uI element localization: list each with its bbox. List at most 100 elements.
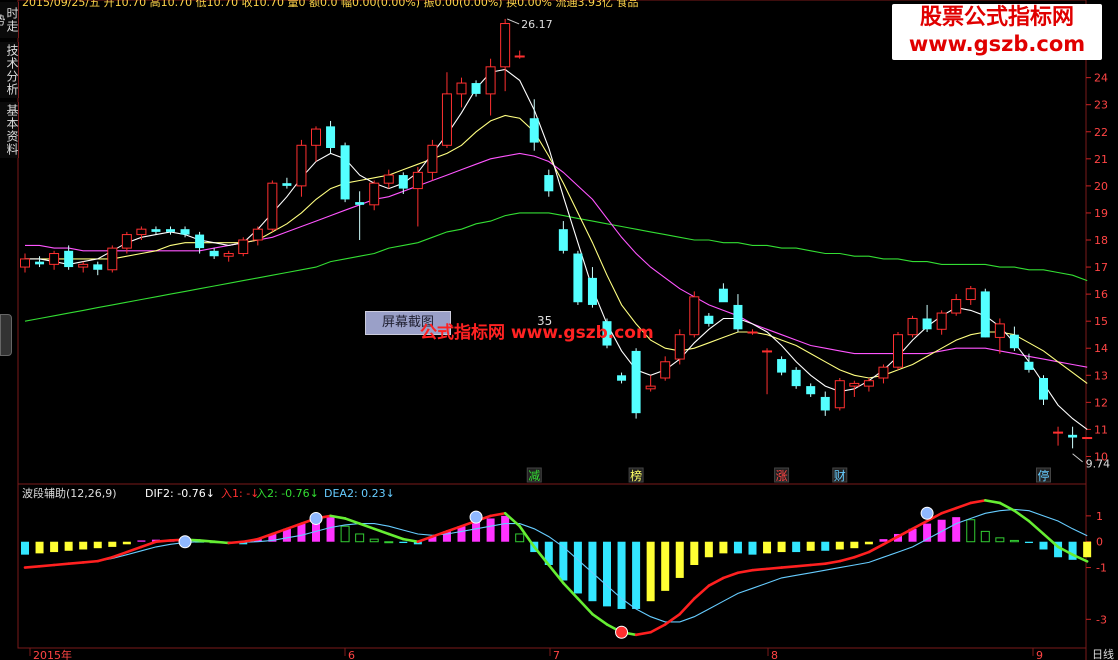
period-label: 日线 — [1092, 647, 1114, 660]
dif-segment — [867, 543, 885, 554]
candle-body-down — [1024, 361, 1034, 370]
osc-bar — [952, 517, 961, 542]
price-tick-label: 21 — [1094, 153, 1108, 166]
dif-segment — [343, 517, 361, 525]
dif-segment — [67, 561, 85, 566]
dif-segment — [780, 564, 798, 569]
candle-body-up — [674, 334, 685, 360]
candle-body-up — [893, 334, 903, 368]
signal-jian: 减 — [526, 467, 542, 483]
site-watermark: 股票公式指标网 www.gszb.com — [892, 4, 1102, 60]
candle-body-up — [238, 239, 249, 255]
candle-body-down — [282, 183, 292, 186]
candle-body-down — [195, 234, 205, 249]
time-tick-label: 2015年 — [33, 648, 72, 660]
dif-segment — [38, 563, 56, 568]
candle-body-up — [369, 182, 380, 206]
dif-segment — [358, 522, 376, 531]
osc-bar — [137, 540, 146, 542]
dif-segment — [692, 584, 711, 600]
candle-body-up — [689, 296, 700, 336]
osc-bar — [603, 541, 611, 607]
candle-body-up — [485, 66, 496, 95]
candle-body-down — [529, 118, 539, 143]
candle-body-down — [617, 375, 627, 381]
price-tick-label: 12 — [1094, 396, 1108, 409]
signal-ting: 停 — [1036, 467, 1051, 483]
signal-text: 停 — [1037, 468, 1049, 483]
osc-bar — [980, 530, 990, 543]
dif-segment — [212, 540, 230, 545]
osc-bar — [515, 533, 525, 543]
dif-segment — [736, 568, 754, 575]
osc-bar — [1039, 541, 1048, 550]
candle-body-down — [718, 288, 728, 303]
candle-body-up — [994, 323, 1005, 338]
candle-body-down — [980, 291, 990, 338]
osc-bar — [588, 541, 597, 602]
candle-body-up — [267, 182, 278, 230]
tab-time-trend[interactable]: 时走势 — [0, 2, 19, 38]
osc-bar — [763, 541, 772, 554]
dif-segment — [518, 524, 536, 549]
osc-dif: DIF2: -0.76↓ — [145, 487, 215, 500]
candle-body-up — [136, 228, 147, 236]
candle-body-up — [863, 380, 874, 387]
dif-segment — [140, 540, 158, 549]
signal-zhang: 涨 — [774, 467, 790, 483]
cross-signal-ball — [469, 510, 483, 524]
dif-segment — [678, 597, 696, 616]
osc-bar — [64, 541, 73, 551]
candle-body-up — [223, 253, 234, 257]
dif-segment — [634, 630, 652, 637]
osc-bar — [50, 541, 59, 553]
candle-body-up — [951, 299, 962, 314]
osc-bar — [879, 539, 888, 542]
candle-body-up — [121, 234, 132, 249]
candle-body-up — [456, 82, 467, 95]
panel-collapse-handle[interactable] — [0, 314, 12, 356]
candle-body-down — [398, 175, 408, 189]
osc-bar — [661, 541, 670, 591]
candle-body-down — [355, 202, 365, 205]
price-tick-label: 18 — [1094, 234, 1108, 247]
osc-dea: DEA2: 0.23↓ — [324, 487, 395, 500]
osc-bar — [806, 541, 815, 551]
dif-segment — [52, 562, 70, 567]
candle-body-down — [791, 369, 801, 387]
candle-body-up — [311, 128, 321, 146]
signal-text: 减 — [528, 469, 540, 483]
candle-body-down — [1039, 378, 1048, 400]
price-tick-label: 14 — [1094, 342, 1108, 355]
price-tick-label: 13 — [1094, 369, 1108, 382]
candle-body-up — [107, 247, 118, 271]
dif-segment — [227, 540, 245, 545]
tab-technical-analysis[interactable]: 技术分析 — [0, 42, 19, 98]
candle-body-up — [645, 385, 656, 390]
osc-bar — [501, 515, 510, 542]
cross-signal-ball — [309, 511, 323, 525]
candle-body-up — [660, 361, 671, 379]
candle-body-down — [64, 250, 74, 268]
osc-bar — [1024, 541, 1033, 544]
osc-bar — [369, 538, 379, 543]
price-tick-label: 19 — [1094, 207, 1108, 220]
dif-segment — [1027, 519, 1045, 536]
dif-segment — [809, 562, 827, 567]
tab-fundamentals[interactable]: 基本资料 — [0, 102, 19, 158]
ma5-line — [25, 68, 1088, 430]
candle-body-up — [965, 288, 976, 301]
osc-tick-label: 0 — [1096, 536, 1103, 549]
price-tick-label: 15 — [1094, 315, 1108, 328]
candle-body-down — [180, 229, 190, 235]
osc-bar — [297, 523, 306, 542]
dif-segment — [983, 499, 1002, 505]
dif-segment — [794, 563, 813, 568]
header-info: 2015/09/25/五 开10.70 高10.70 低10.70 收10.70… — [22, 0, 639, 9]
osc-bar — [690, 541, 699, 565]
dif-segment — [707, 576, 725, 587]
ma10-line — [25, 114, 1088, 384]
candle-body-up — [1082, 437, 1093, 440]
candle-body-up — [500, 23, 511, 68]
low-label: 9.74 — [1086, 458, 1111, 471]
